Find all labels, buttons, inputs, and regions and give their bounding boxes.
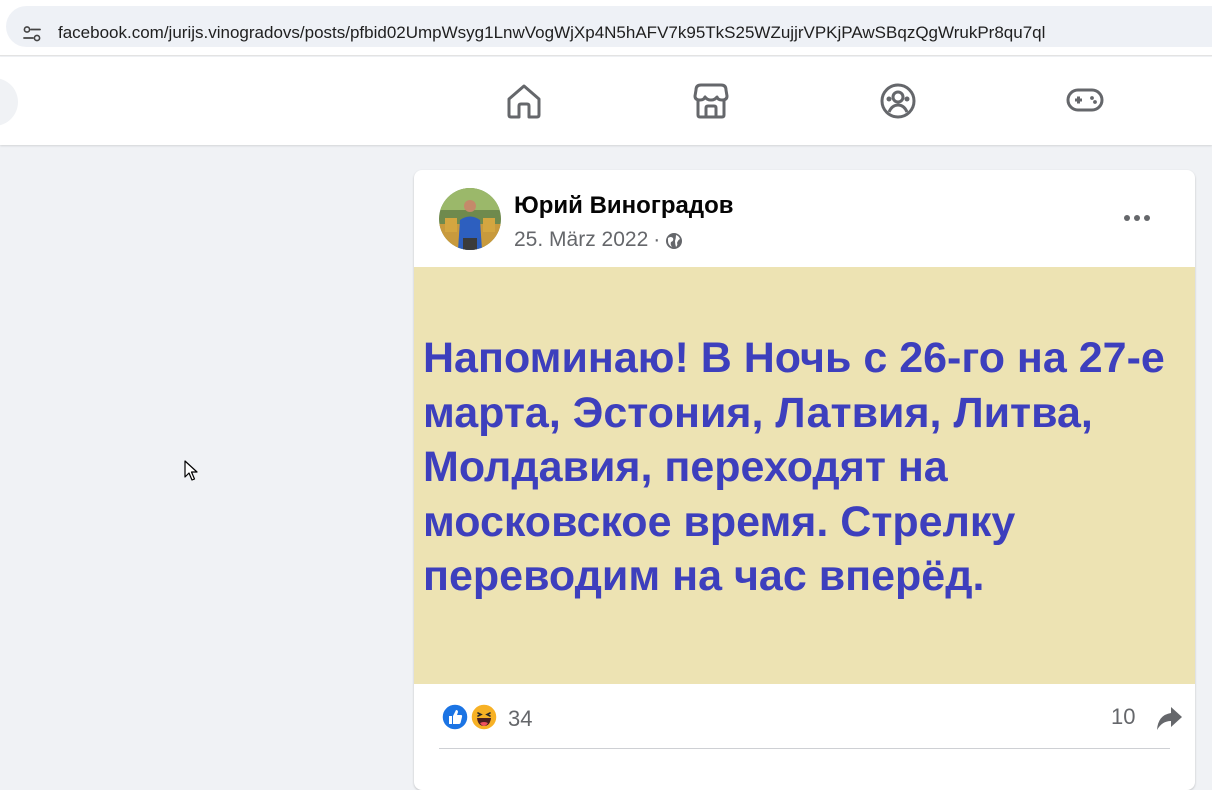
post-meta: 25. März 2022 · bbox=[514, 228, 683, 252]
avatar[interactable] bbox=[439, 188, 501, 250]
browser-toolbar: facebook.com/jurijs.vinogradovs/posts/pf… bbox=[0, 0, 1212, 56]
more-options-button[interactable] bbox=[1119, 200, 1155, 236]
author-name[interactable]: Юрий Виноградов bbox=[514, 192, 733, 220]
post-card: Юрий Виноградов 25. März 2022 · Напомина… bbox=[414, 170, 1195, 790]
globe-icon[interactable] bbox=[665, 232, 683, 250]
nav-groups[interactable] bbox=[878, 79, 918, 123]
post-date[interactable]: 25. März 2022 bbox=[514, 228, 648, 252]
share-count[interactable]: 10 bbox=[1111, 704, 1135, 730]
meta-separator: · bbox=[653, 228, 661, 251]
nav-marketplace[interactable] bbox=[691, 79, 731, 123]
more-icon bbox=[1124, 215, 1150, 221]
post-text: Напоминаю! В Ночь с 26-го на 27-е марта,… bbox=[423, 334, 1165, 600]
home-icon bbox=[507, 84, 541, 119]
marketplace-icon bbox=[693, 83, 729, 119]
nav-home[interactable] bbox=[504, 79, 544, 123]
address-bar[interactable]: facebook.com/jurijs.vinogradovs/posts/pf… bbox=[6, 6, 1212, 47]
haha-reaction-icon[interactable] bbox=[470, 703, 498, 731]
share-icon[interactable] bbox=[1155, 704, 1183, 732]
search-button[interactable] bbox=[0, 78, 18, 126]
mouse-cursor-icon bbox=[184, 460, 198, 481]
groups-icon bbox=[880, 83, 916, 119]
nav-gaming[interactable] bbox=[1065, 79, 1105, 123]
site-info-icon[interactable] bbox=[23, 25, 41, 43]
avatar-photo bbox=[439, 188, 501, 250]
url-text[interactable]: facebook.com/jurijs.vinogradovs/posts/pf… bbox=[58, 23, 1045, 43]
gaming-icon bbox=[1066, 88, 1104, 112]
post-background: Напоминаю! В Ночь с 26-го на 27-е марта,… bbox=[414, 267, 1195, 684]
top-navigation bbox=[0, 57, 1212, 145]
reaction-count[interactable]: 34 bbox=[508, 706, 532, 732]
divider bbox=[439, 748, 1170, 749]
post-footer: 34 10 bbox=[414, 684, 1195, 764]
like-reaction-icon[interactable] bbox=[441, 703, 469, 731]
